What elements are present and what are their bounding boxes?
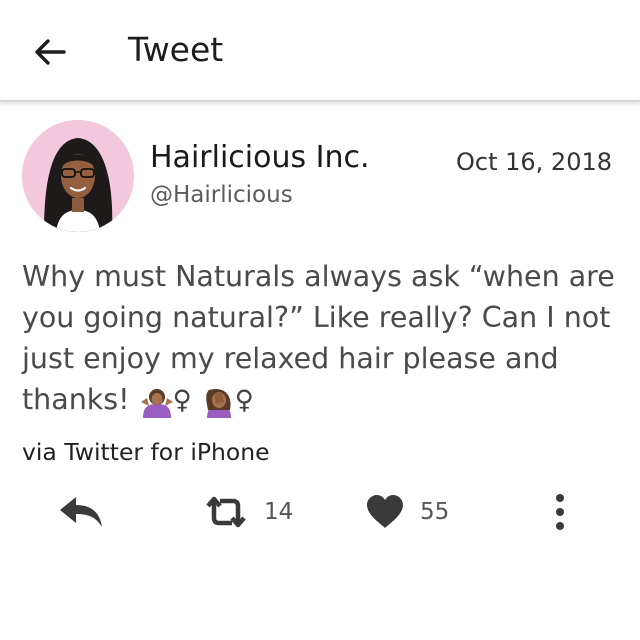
tweet-body: Why must Naturals always ask “when are y… [22,256,622,422]
more-vertical-icon [556,494,564,530]
tweet-text: Why must Naturals always ask “when are y… [22,260,615,416]
more-options-button[interactable] [550,492,570,532]
woman-facepalming-emoji [203,381,235,422]
reply-icon [60,497,102,527]
female-sign: ♀ [234,385,254,416]
reply-button[interactable] [58,492,104,532]
author-name[interactable]: Hairlicious Inc. [150,140,370,175]
avatar-image [22,120,134,232]
tweet-date: Oct 16, 2018 [456,148,612,176]
retweet-button[interactable]: 14 [204,492,293,532]
woman-shrugging-emoji [140,381,173,422]
tweet-source[interactable]: via Twitter for iPhone [22,438,270,466]
like-count: 55 [420,499,450,525]
heart-icon [367,495,403,528]
arrow-left-icon [35,39,66,65]
female-sign: ♀ [172,385,192,416]
like-button[interactable]: 55 [366,492,449,532]
retweet-icon [206,496,246,528]
page-title: Tweet [128,30,224,69]
app-header: Tweet [0,0,640,102]
author-handle[interactable]: @Hairlicious [150,182,293,208]
retweet-count: 14 [264,499,294,525]
back-button[interactable] [30,32,70,72]
avatar[interactable] [22,120,134,232]
